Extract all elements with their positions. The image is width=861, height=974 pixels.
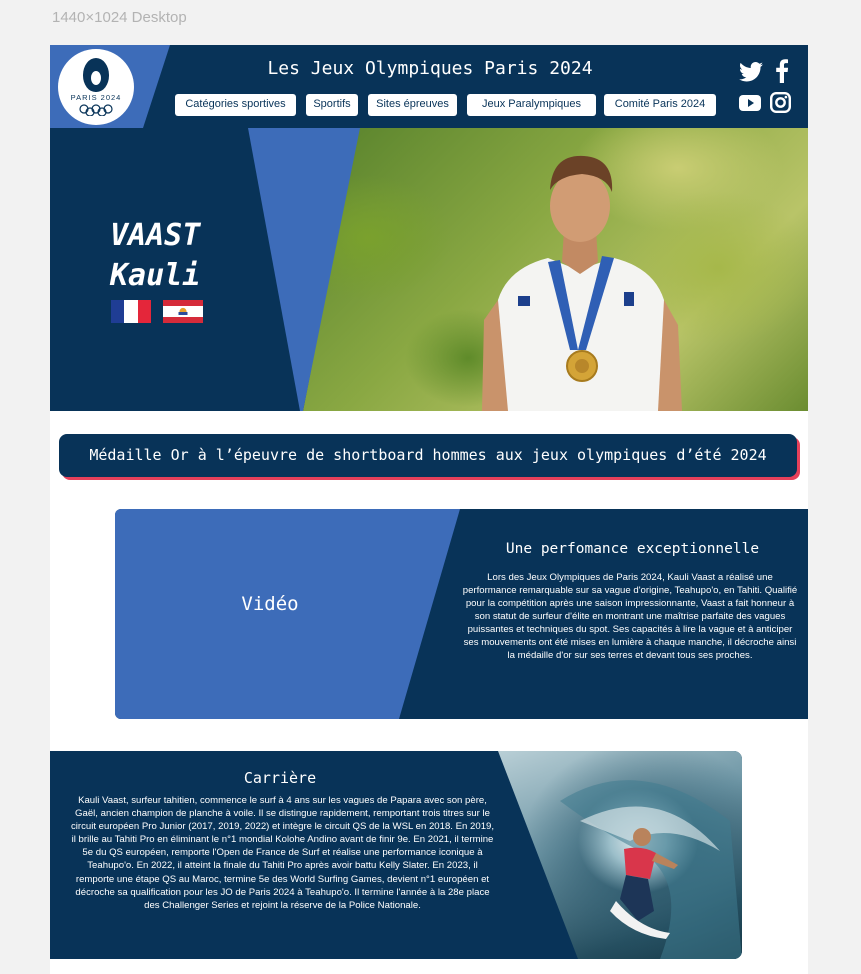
nav-sportifs[interactable]: Sportifs	[306, 94, 358, 116]
nav-categories-sportives[interactable]: Catégories sportives	[175, 94, 296, 116]
video-label[interactable]: Vidéo	[210, 593, 330, 615]
nav-jeux-paralympiques[interactable]: Jeux Paralympiques	[467, 94, 596, 116]
paris-2024-logo[interactable]: PARIS 2024	[58, 49, 134, 125]
athlete-last-name: VAAST	[110, 218, 201, 253]
site-header: PARIS 2024 Les Jeux Olympiques Paris 202…	[50, 45, 808, 128]
desktop-frame: PARIS 2024 Les Jeux Olympiques Paris 202…	[50, 45, 808, 974]
instagram-icon[interactable]	[770, 92, 791, 113]
flame-icon	[83, 58, 109, 92]
twitter-icon[interactable]	[739, 61, 763, 83]
youtube-icon[interactable]	[739, 95, 761, 111]
french-polynesia-flag	[163, 300, 203, 323]
hero-section: VAAST Kauli	[50, 128, 808, 411]
nav-comite-paris-2024[interactable]: Comité Paris 2024	[604, 94, 716, 116]
athlete-first-name: Kauli	[110, 258, 201, 293]
logo-text: PARIS 2024	[70, 93, 122, 102]
athlete-illustration	[482, 155, 682, 411]
medal-banner: Médaille Or à l’épeuvre de shortboard ho…	[59, 434, 797, 477]
nav-sites-epreuves[interactable]: Sites épreuves	[368, 94, 457, 116]
career-section: Carrière Kauli Vaast, surfeur tahitien, …	[50, 751, 742, 959]
france-flag	[111, 300, 151, 323]
surfer-illustration	[560, 780, 742, 959]
frame-label: 1440×1024 Desktop	[52, 9, 187, 26]
career-text: Kauli Vaast, surfeur tahitien, commence …	[70, 795, 495, 911]
career-title: Carrière	[243, 769, 317, 787]
performance-section: Vidéo Une perfomance exceptionnelle Lors…	[115, 509, 808, 719]
performance-text: Lors des Jeux Olympiques de Paris 2024, …	[462, 572, 798, 661]
facebook-icon[interactable]	[776, 59, 788, 83]
site-title: Les Jeux Olympiques Paris 2024	[267, 58, 593, 79]
performance-title: Une perfomance exceptionnelle	[505, 541, 760, 557]
olympic-rings-icon	[79, 104, 113, 116]
